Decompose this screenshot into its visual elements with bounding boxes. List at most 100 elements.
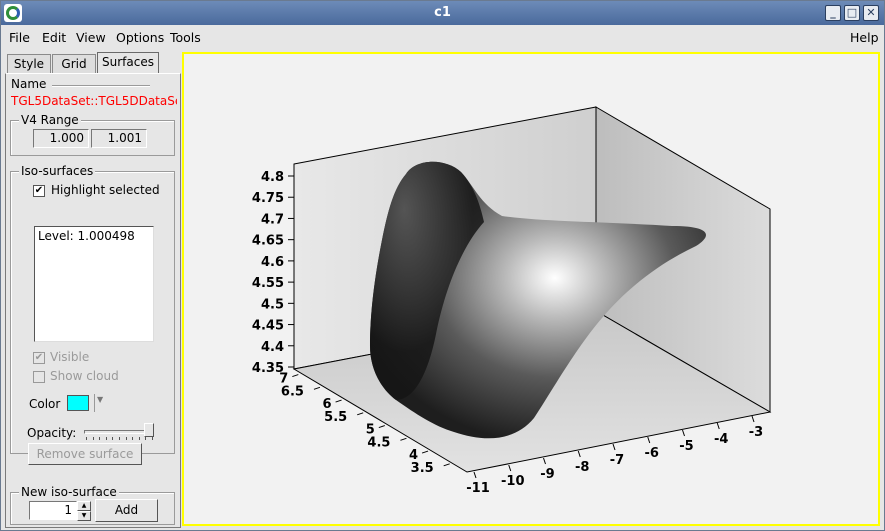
v4-range-title: V4 Range [19, 113, 81, 127]
color-swatch[interactable] [67, 395, 89, 411]
tick-mark [421, 450, 429, 454]
menu-bar: File Edit View Options Tools Help [1, 25, 884, 49]
opacity-tick [105, 437, 107, 440]
opacity-label: Opacity: [27, 426, 77, 440]
tab-style[interactable]: Style [7, 54, 51, 74]
tick-mark [577, 450, 581, 458]
x-tick-label: -6 [645, 446, 659, 461]
close-icon[interactable]: ✕ [863, 5, 879, 21]
tick-mark [682, 429, 685, 437]
z-tick-label: 4.75 [252, 191, 284, 206]
iso-surface-plot[interactable]: 4.84.754.74.654.64.554.54.454.44.3576.56… [184, 54, 878, 524]
opacity-tick [112, 437, 114, 440]
y-tick-label: 5.5 [324, 410, 347, 425]
title-bar[interactable]: c1 _ □ ✕ [1, 1, 884, 25]
x-tick-label: -11 [466, 481, 490, 496]
surfaces-tab-body: Name TGL5DataSet::TGL5DDataSet V4 Range … [5, 73, 181, 528]
z-tick-label: 4.45 [252, 319, 284, 334]
x-tick-label: -5 [679, 439, 693, 454]
opacity-tick [99, 437, 101, 440]
z-tick-label: 4.8 [261, 170, 284, 185]
add-button[interactable]: Add [95, 499, 158, 522]
y-tick-label: 4.5 [367, 435, 390, 450]
menu-edit[interactable]: Edit [42, 30, 66, 45]
opacity-tick [119, 437, 120, 440]
iso-surfaces-title: Iso-surfaces [19, 164, 96, 178]
dataset-name: TGL5DataSet::TGL5DDataSet [11, 94, 177, 108]
visible-label: Visible [50, 350, 90, 364]
opacity-tick [152, 437, 153, 440]
tick-mark [292, 374, 299, 378]
opacity-tick [125, 437, 127, 440]
show-cloud-label: Show cloud [50, 369, 119, 383]
z-tick-label: 4.7 [261, 212, 284, 227]
tab-grid[interactable]: Grid [52, 54, 96, 74]
remove-surface-button[interactable]: Remove surface [28, 443, 142, 465]
highlight-label: Highlight selected [51, 183, 160, 197]
menu-file[interactable]: File [9, 30, 30, 45]
spin-up-icon[interactable]: ▲ [77, 501, 91, 511]
z-tick-label: 4.55 [252, 276, 284, 291]
z-tick-label: 4.6 [261, 255, 284, 270]
tick-mark [400, 437, 407, 441]
visible-checkbox[interactable]: ✔ [33, 352, 45, 364]
window-title: c1 [434, 5, 451, 20]
v4-range-group: V4 Range 1.000 1.001 [10, 113, 175, 156]
x-tick-label: -10 [501, 474, 525, 489]
x-tick-label: -7 [610, 453, 624, 468]
x-tick-label: -9 [540, 467, 554, 482]
opacity-slider-ticks [86, 437, 153, 440]
menu-tools[interactable]: Tools [170, 30, 201, 45]
maximize-icon[interactable]: □ [844, 5, 860, 21]
opacity-tick [132, 437, 134, 440]
list-item[interactable]: Level: 1.000498 [38, 229, 135, 243]
tick-mark [508, 464, 512, 472]
gl-viewer[interactable]: 4.8 4.75 4.7 4.65 4.6 4.55 4.5 4.45 4.4 4.35 7 6.5 6… [184, 54, 878, 524]
opacity-tick [92, 437, 94, 440]
tick-mark [751, 415, 755, 423]
editor-panel: Style Grid Surfaces Name TGL5DataSet::TG… [5, 52, 181, 528]
menu-view[interactable]: View [76, 30, 106, 45]
new-iso-surface-group: New iso-surface 1 ▲ ▼ Add [10, 485, 175, 525]
color-label: Color [29, 397, 61, 411]
color-separator [94, 394, 95, 412]
y-tick-label: 6.5 [281, 384, 304, 399]
tick-mark [647, 436, 651, 444]
tick-mark [716, 422, 720, 430]
chevron-down-icon[interactable]: ▼ [97, 395, 103, 404]
tick-mark [473, 471, 477, 479]
z-tick-label: 4.4 [261, 340, 284, 355]
tick-mark [357, 412, 364, 416]
z-tick-label: 4.65 [252, 234, 284, 249]
tick-mark [443, 463, 450, 467]
new-iso-value-field[interactable]: 1 [29, 501, 77, 520]
name-label: Name [11, 77, 47, 91]
minimize-icon[interactable]: _ [825, 5, 841, 21]
application-window: c1 _ □ ✕ File Edit View Options Tools He… [0, 0, 885, 531]
tick-mark [543, 457, 546, 465]
new-iso-surface-title: New iso-surface [19, 485, 119, 499]
v4-max-field[interactable]: 1.001 [91, 129, 147, 148]
tick-mark [378, 425, 385, 429]
canvas-frame: 4.8 4.75 4.7 4.65 4.6 4.55 4.5 4.45 4.4 4.35 7 6.5 6… [182, 52, 880, 526]
tick-mark [612, 443, 616, 451]
spin-down-icon[interactable]: ▼ [77, 511, 91, 521]
x-tick-label: -8 [575, 460, 589, 475]
tick-mark [313, 386, 321, 390]
y-tick-label: 3.5 [411, 461, 434, 476]
show-cloud-checkbox[interactable] [33, 371, 45, 383]
highlight-checkbox[interactable]: ✔ [33, 185, 45, 197]
tab-surfaces[interactable]: Surfaces [97, 52, 159, 74]
v4-min-field[interactable]: 1.000 [33, 129, 89, 148]
iso-level-list[interactable]: Level: 1.000498 [34, 226, 154, 342]
opacity-slider-handle[interactable] [144, 423, 154, 437]
menu-help[interactable]: Help [850, 30, 879, 45]
x-tick-label: -3 [749, 425, 763, 440]
opacity-tick [145, 437, 147, 440]
menu-options[interactable]: Options [116, 30, 164, 45]
opacity-tick [86, 437, 87, 440]
tick-mark [335, 399, 342, 403]
x-tick-label: -4 [714, 432, 728, 447]
z-tick-label: 4.5 [261, 297, 284, 312]
name-divider [52, 85, 150, 87]
